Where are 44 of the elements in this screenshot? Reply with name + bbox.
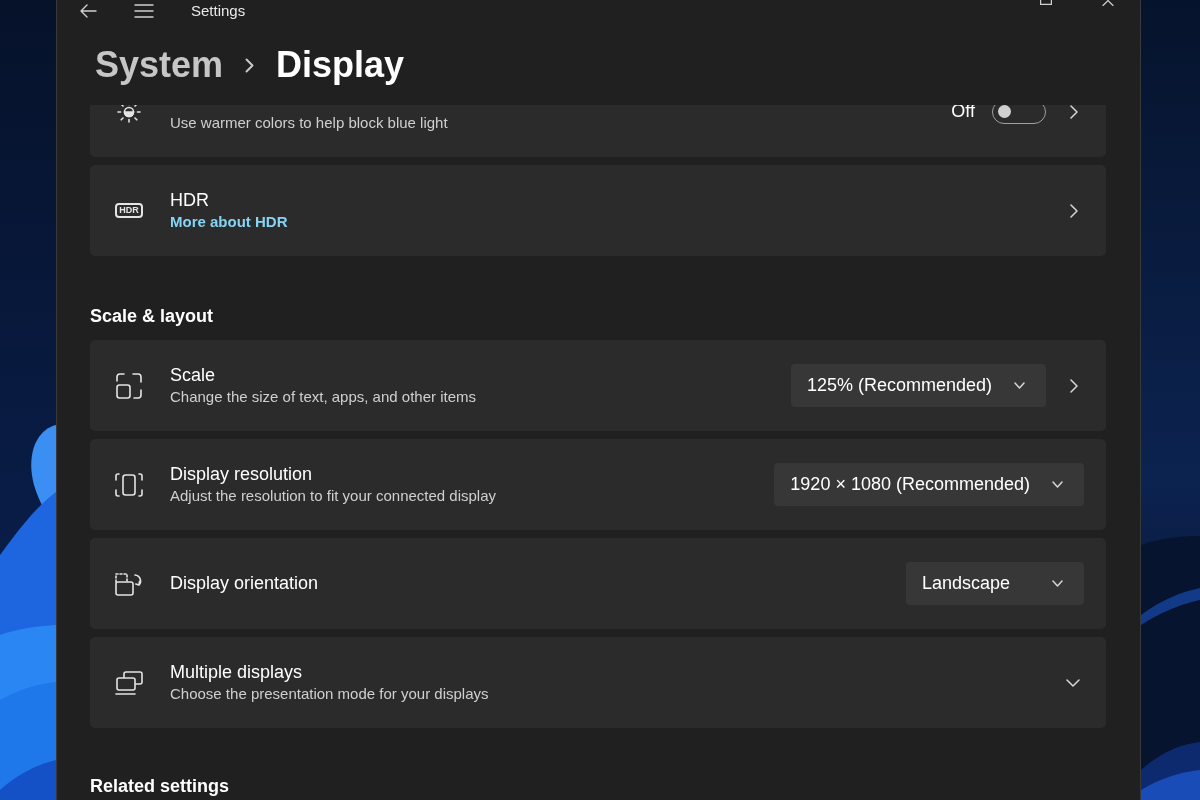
orientation-icon (115, 571, 143, 596)
chevron-down-icon[interactable] (1066, 678, 1080, 687)
setting-title: Multiple displays (170, 661, 304, 684)
setting-description: Change the size of text, apps, and other items (170, 387, 477, 407)
window-title: Settings (191, 1, 246, 21)
menu-icon[interactable] (134, 4, 154, 18)
maximize-icon[interactable] (1040, 0, 1052, 5)
chevron-down-icon (1052, 481, 1063, 488)
chevron-right-icon (245, 57, 255, 73)
back-arrow-icon[interactable] (80, 4, 97, 18)
breadcrumb-link[interactable]: System (95, 43, 224, 87)
section-heading: Scale & layout (90, 305, 215, 328)
setting-title: HDR (170, 189, 210, 212)
dropdown-value: 1920 × 1080 (Recommended) (790, 473, 1030, 496)
chevron-right-icon[interactable] (1070, 378, 1078, 393)
setting-title: Display orientation (170, 572, 320, 595)
chevron-right-icon[interactable] (1070, 105, 1078, 119)
scale-icon (116, 372, 142, 399)
setting-card[interactable]: Display orientation Landscape (90, 538, 1106, 629)
dropdown[interactable]: 1920 × 1080 (Recommended) (774, 463, 1084, 506)
dropdown-value: Landscape (922, 572, 1011, 595)
setting-description: Choose the presentation mode for your displays (170, 684, 490, 704)
close-icon[interactable] (1102, 0, 1114, 6)
multiple-displays-icon (115, 670, 143, 695)
page-title: Display (276, 43, 405, 87)
hdr-badge: HDR (115, 203, 143, 218)
chevron-down-icon (1052, 580, 1063, 587)
setting-card[interactable]: Display resolution Adjust the resolution to fit your connected display 1920 × 1080 (Recommended) (90, 439, 1106, 530)
setting-card[interactable]: Multiple displays Choose the presentation mode for your displays (90, 637, 1106, 728)
chevron-down-icon (1014, 382, 1025, 389)
dropdown[interactable]: 125% (Recommended) (790, 364, 1046, 407)
resolution-icon (115, 472, 143, 497)
chevron-right-icon[interactable] (1070, 203, 1078, 218)
setting-title: Display resolution (170, 463, 314, 486)
sun-icon (117, 105, 141, 123)
setting-description: Use warmer colors to help block blue light (170, 113, 449, 133)
dropdown[interactable]: Landscape (906, 562, 1084, 605)
setting-description: Adjust the resolution to fit your connected display (170, 486, 498, 506)
section-heading: Related settings (90, 775, 231, 798)
setting-title: Scale (170, 364, 217, 387)
dropdown-value: 125% (Recommended) (806, 374, 992, 397)
setting-card[interactable]: HDR HDR More about HDR (90, 165, 1106, 256)
setting-card[interactable]: Scale Change the size of text, apps, and other items 125% (Recommended) (90, 340, 1106, 431)
more-about-hdr-link[interactable]: More about HDR (170, 212, 288, 232)
